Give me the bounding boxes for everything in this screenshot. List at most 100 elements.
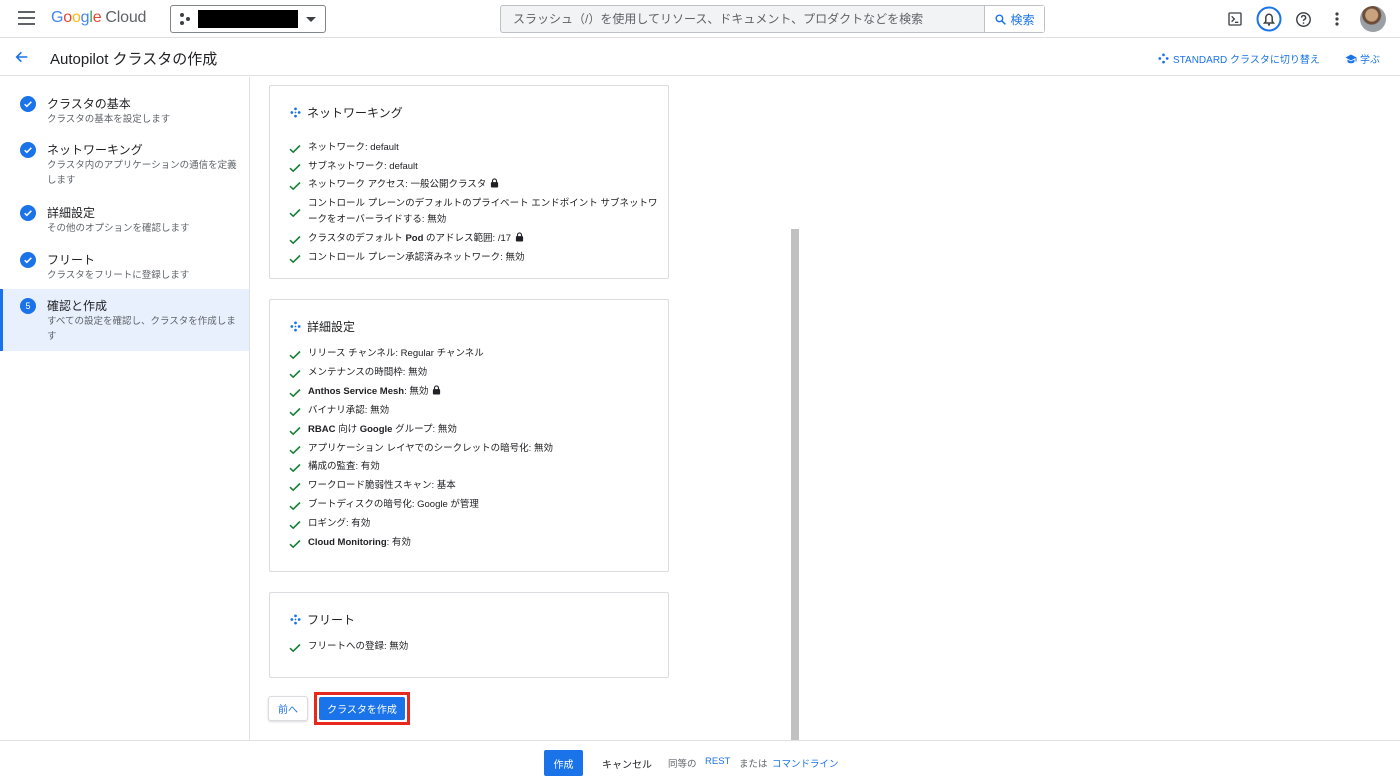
- top-icons: [1218, 0, 1400, 38]
- summary-item: リリース チャンネル: Regular チャンネル: [289, 346, 658, 362]
- item-value: 有効: [351, 518, 371, 529]
- item-label: ネットワーク:: [308, 142, 371, 153]
- item-value: 無効: [533, 443, 553, 454]
- item-value: 有効: [360, 461, 380, 472]
- create-cluster-button[interactable]: クラスタを作成: [319, 697, 405, 720]
- check-icon: [289, 250, 308, 266]
- summary-item: コントロール プレーンのデフォルトのプライベート エンドポイント サブネットワー…: [289, 196, 658, 228]
- item-value: 有効: [391, 537, 411, 548]
- card-title: ネットワーキング: [290, 104, 403, 121]
- item-label: リリース チャンネル:: [308, 348, 401, 359]
- terminal-icon[interactable]: [1218, 2, 1252, 36]
- footer-cancel-button[interactable]: キャンセル: [602, 756, 652, 771]
- check-icon: [289, 159, 308, 175]
- step-title: フリート: [47, 253, 96, 267]
- item-value: 無効: [427, 214, 447, 225]
- summary-item: Anthos Service Mesh: 無効: [289, 384, 658, 400]
- item-bold: Cloud Monitoring: [308, 537, 387, 548]
- item-value: Google が管理: [417, 499, 479, 510]
- item-label: コントロール プレーンのデフォルトのプライベート エンドポイント サブネットワー…: [308, 198, 658, 225]
- logo-letter: G: [51, 9, 64, 26]
- learn-link[interactable]: 学ぶ: [1345, 51, 1380, 66]
- item-label: コントロール プレーン承認済みネットワーク:: [308, 252, 506, 263]
- search-icon: [995, 13, 1007, 25]
- item-label: ワークロード脆弱性スキャン:: [308, 480, 437, 491]
- section-icon: [290, 321, 301, 332]
- check-circle-icon: [20, 142, 36, 158]
- project-dots-icon: [180, 13, 192, 25]
- item-label: アプリケーション レイヤでのシークレットの暗号化:: [308, 443, 534, 454]
- lock-icon: [486, 178, 499, 190]
- page-title: Autopilot クラスタの作成: [50, 51, 218, 68]
- step-title: 確認と作成: [47, 299, 108, 313]
- item-value: 無効: [505, 252, 525, 263]
- check-icon: [289, 639, 308, 655]
- steps-sidebar: クラスタの基本 クラスタの基本を設定します ネットワーキング クラスタ内のアプリ…: [0, 77, 250, 740]
- logo-letter: e: [92, 9, 102, 26]
- step-cluster-basics[interactable]: クラスタの基本 クラスタの基本を設定します: [0, 91, 249, 131]
- scrollbar[interactable]: [791, 229, 799, 740]
- item-label: メンテナンスの時間枠:: [308, 367, 409, 378]
- summary-item: RBAC 向け Google グループ: 無効: [289, 422, 658, 438]
- summary-item: フリートへの登録: 無効: [289, 639, 658, 655]
- prev-button[interactable]: 前へ: [268, 696, 308, 721]
- item-value: 無効: [437, 424, 457, 435]
- page-header: Autopilot クラスタの作成 STANDARD クラスタに切り替え 学ぶ: [0, 38, 1400, 76]
- item-bold: RBAC: [308, 424, 336, 435]
- top-bar: GoogleCloud 検索: [0, 0, 1400, 38]
- google-cloud-logo[interactable]: Google Cloud: [51, 9, 146, 27]
- step-advanced[interactable]: 詳細設定 その他のオプションを確認します: [0, 200, 249, 240]
- item-value: Regular チャンネル: [400, 348, 484, 359]
- more-vert-icon[interactable]: [1320, 2, 1354, 36]
- hamburger-menu-icon[interactable]: [18, 11, 35, 25]
- step-desc: クラスタをフリートに登録します: [47, 270, 190, 281]
- step-desc: すべての設定を確認し、クラスタを作成します: [47, 316, 236, 342]
- item-value: 無効: [370, 405, 390, 416]
- project-picker[interactable]: [170, 5, 326, 33]
- check-icon: [289, 422, 308, 438]
- search-button[interactable]: 検索: [984, 6, 1044, 32]
- step-review-create[interactable]: 5 確認と作成 すべての設定を確認し、クラスタを作成します: [0, 289, 249, 351]
- check-icon: [289, 346, 308, 362]
- item-bold: Google: [359, 424, 393, 435]
- item-label: のアドレス範囲:: [423, 233, 498, 244]
- item-label: バイナリ承認:: [308, 405, 371, 416]
- check-icon: [289, 177, 308, 193]
- check-icon: [289, 459, 308, 475]
- back-arrow-icon[interactable]: [14, 49, 32, 67]
- footer-equivalent-text: 同等の: [668, 759, 697, 770]
- check-icon: [289, 140, 308, 156]
- step-fleet[interactable]: フリート クラスタをフリートに登録します: [0, 247, 249, 287]
- avatar[interactable]: [1360, 6, 1386, 32]
- lock-icon: [428, 385, 441, 397]
- step-networking[interactable]: ネットワーキング クラスタ内のアプリケーションの通信を定義します: [0, 137, 249, 187]
- bell-icon[interactable]: [1252, 2, 1286, 36]
- item-value: default: [389, 161, 418, 172]
- card-title-text: 詳細設定: [307, 320, 356, 334]
- item-bold: Pod: [405, 233, 424, 244]
- footer-or-text: または: [739, 759, 768, 770]
- item-value: 一般公開クラスタ: [410, 179, 487, 190]
- item-label: ブートディスクの暗号化:: [308, 499, 418, 510]
- summary-item: 構成の監査: 有効: [289, 459, 658, 475]
- help-icon[interactable]: [1286, 2, 1320, 36]
- summary-item: バイナリ承認: 無効: [289, 403, 658, 419]
- learn-label: 学ぶ: [1360, 55, 1380, 66]
- footer-bar: 作成 キャンセル 同等の REST または コマンドライン: [0, 740, 1400, 783]
- summary-item: コントロール プレーン承認済みネットワーク: 無効: [289, 250, 658, 266]
- search-input[interactable]: [501, 6, 984, 32]
- footer-rest-link[interactable]: REST: [705, 756, 730, 767]
- item-label: フリートへの登録:: [308, 641, 390, 652]
- item-value: 無効: [408, 367, 428, 378]
- item-label: グループ:: [392, 424, 438, 435]
- switch-standard-link[interactable]: STANDARD クラスタに切り替え: [1158, 51, 1320, 66]
- check-icon: [289, 441, 308, 457]
- summary-item: クラスタのデフォルト Pod のアドレス範囲: /17: [289, 231, 658, 247]
- footer-command-line-link[interactable]: コマンドライン: [772, 756, 839, 770]
- summary-item: ワークロード脆弱性スキャン: 基本: [289, 478, 658, 494]
- footer-create-button[interactable]: 作成: [544, 750, 583, 776]
- summary-item: Cloud Monitoring: 有効: [289, 535, 658, 551]
- card-title-text: フリート: [307, 613, 356, 627]
- item-value: /17: [497, 233, 512, 244]
- item-pre: クラスタのデフォルト: [308, 233, 406, 244]
